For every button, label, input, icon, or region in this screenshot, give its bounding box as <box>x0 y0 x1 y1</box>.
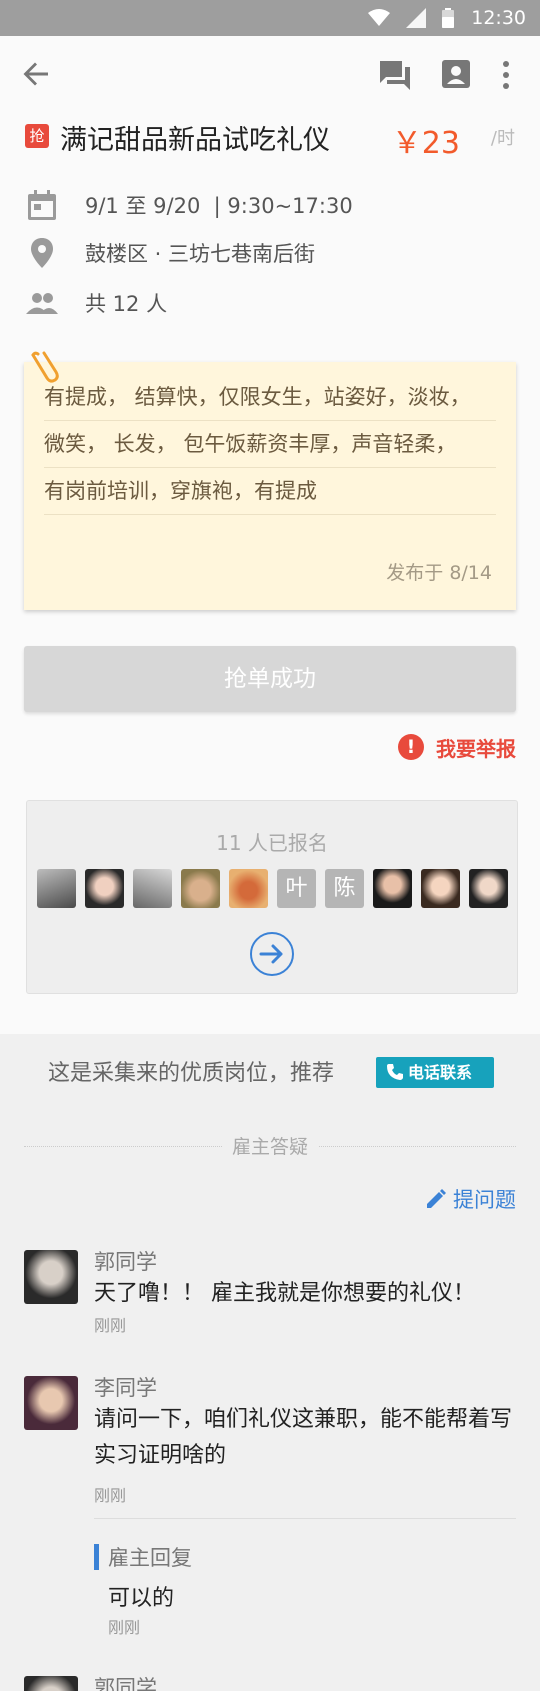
avatar[interactable]: 陈 <box>325 869 364 908</box>
signal-icon <box>406 8 426 28</box>
price-unit: /时 <box>490 128 515 149</box>
ask-question-button[interactable]: 提问题 <box>425 1184 516 1214</box>
question-text: 请问一下，咱们礼仪这兼职，能不能帮着写实习证明啥的 <box>94 1407 513 1468</box>
status-time: 12:30 <box>471 7 526 29</box>
question-time: 刚刚 <box>94 1316 127 1335</box>
back-arrow-icon[interactable] <box>20 58 52 90</box>
job-price: ￥23 <box>391 126 460 161</box>
reply-divider <box>94 1518 516 1519</box>
job-description-note: 有提成， 结算快，仅限女生，站姿好，淡妆， 微笑， 长发， 包午饭薪资丰厚，声音… <box>24 362 516 610</box>
avatar[interactable] <box>133 869 172 908</box>
note-line: 有岗前培训，穿旗袍，有提成 <box>44 468 496 515</box>
app-bar <box>0 36 540 120</box>
question-author: 郭同学 <box>94 1676 157 1691</box>
alert-icon: ! <box>398 734 424 760</box>
status-bar: 12:30 <box>0 0 540 36</box>
phone-icon <box>387 1064 403 1080</box>
reply-time: 刚刚 <box>108 1618 141 1637</box>
calendar-icon <box>28 190 56 220</box>
location-pin-icon <box>31 238 53 268</box>
signed-up-panel: 11 人已报名 叶 陈 <box>26 800 518 994</box>
note-line: 有提成， 结算快，仅限女生，站姿好，淡妆， <box>44 374 496 421</box>
avatar[interactable] <box>37 869 76 908</box>
reply-text: 可以的 <box>108 1586 175 1611</box>
date-time-row: 9/1 至 9/20 | 9:30~17:30 <box>25 186 515 222</box>
qa-section-title: 雇主答疑 <box>0 1132 540 1159</box>
avatar[interactable] <box>181 869 220 908</box>
grab-success-button[interactable]: 抢单成功 <box>24 646 516 712</box>
avatar[interactable] <box>24 1676 78 1691</box>
contact-card-icon[interactable] <box>440 58 472 90</box>
battery-icon <box>442 8 454 28</box>
report-link[interactable]: ! 我要举报 <box>398 730 516 764</box>
note-line: 微笑， 长发， 包午饭薪资丰厚，声音轻柔， <box>44 421 496 468</box>
avatar[interactable] <box>229 869 268 908</box>
avatar[interactable] <box>469 869 508 908</box>
arrow-right-circle-icon[interactable] <box>249 931 295 977</box>
report-label: 我要举报 <box>436 736 516 761</box>
location-text: 鼓楼区 · 三坊七巷南后街 <box>85 242 316 266</box>
location-row: 鼓楼区 · 三坊七巷南后街 <box>25 234 515 270</box>
avatar[interactable]: 叶 <box>277 869 316 908</box>
ask-question-label: 提问题 <box>453 1188 516 1212</box>
reply-accent-bar <box>94 1544 99 1570</box>
avatar[interactable] <box>373 869 412 908</box>
date-time-text: 9/1 至 9/20 | 9:30~17:30 <box>85 194 353 218</box>
question-author: 郭同学 <box>94 1250 157 1274</box>
job-title: 满记甜品新品试吃礼仪 <box>60 125 330 156</box>
question-time: 刚刚 <box>94 1486 127 1505</box>
more-options-icon[interactable] <box>496 58 516 92</box>
signed-up-count: 11 人已报名 <box>216 831 328 855</box>
avatar[interactable] <box>85 869 124 908</box>
publish-date: 发布于 8/14 <box>386 562 492 584</box>
question-text: 天了噜！！ 雇主我就是你想要的礼仪！ <box>94 1281 475 1306</box>
avatar[interactable] <box>24 1250 78 1304</box>
people-icon <box>26 293 58 314</box>
wifi-icon <box>368 9 390 26</box>
qa-title-text: 雇主答疑 <box>221 1136 318 1158</box>
chat-icon[interactable] <box>378 58 412 92</box>
people-text: 共 12 人 <box>85 292 168 316</box>
job-title-row: 抢 满记甜品新品试吃礼仪 ￥23 /时 <box>25 118 520 161</box>
paperclip-icon <box>31 351 59 383</box>
recommend-text: 这是采集来的优质岗位，推荐 <box>48 1061 335 1086</box>
grab-badge: 抢 <box>25 124 49 148</box>
avatar-list: 叶 陈 <box>37 869 508 908</box>
avatar[interactable] <box>24 1376 78 1430</box>
status-icons <box>368 8 454 28</box>
phone-contact-label: 电话联系 <box>408 1063 473 1082</box>
pencil-icon <box>427 1189 446 1208</box>
reply-label: 雇主回复 <box>108 1546 192 1570</box>
phone-contact-button[interactable]: 电话联系 <box>376 1057 494 1088</box>
avatar[interactable] <box>421 869 460 908</box>
people-row: 共 12 人 <box>25 284 515 320</box>
question-author: 李同学 <box>94 1376 157 1400</box>
